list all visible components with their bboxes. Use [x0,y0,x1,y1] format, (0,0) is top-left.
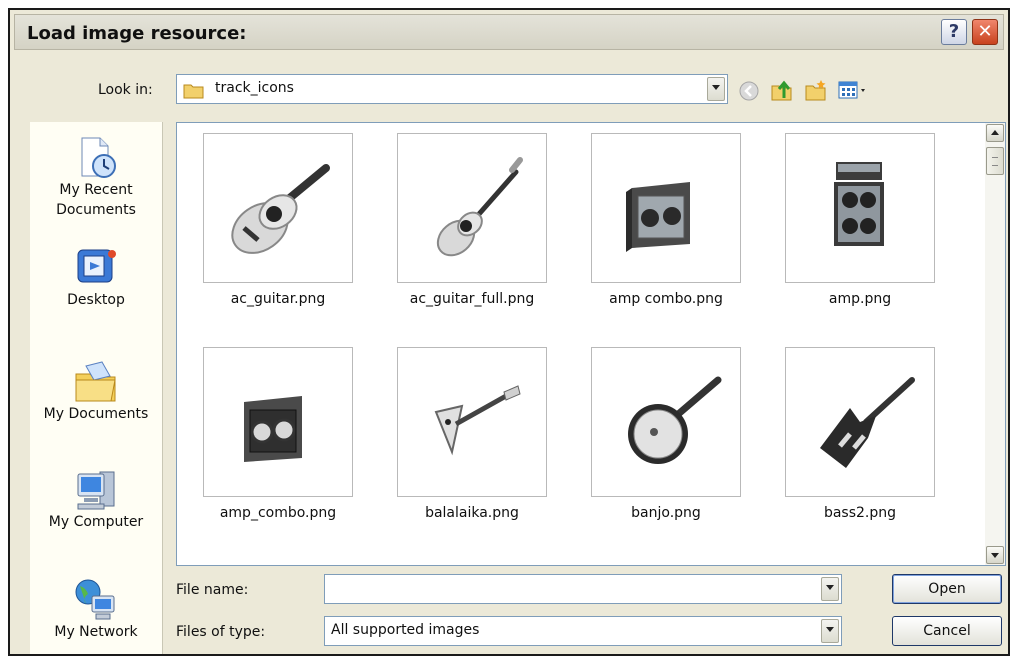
file-name: banjo.png [631,505,701,521]
file-item[interactable]: ac_guitar.png [203,133,353,333]
acoustic-guitar-full-icon [436,157,523,257]
file-thumbnail [203,347,353,497]
file-name: amp combo.png [609,291,723,307]
look-in-label: Look in: [98,82,153,98]
folder-icon [183,84,204,99]
file-name: ac_guitar_full.png [409,291,535,307]
file-name: bass2.png [823,505,897,521]
place-my-computer[interactable]: My Computer [30,468,162,532]
files-of-type-combobox[interactable]: All supported images [324,616,842,646]
file-item[interactable]: banjo.png [591,347,741,547]
file-name: amp.png [828,291,892,307]
files-of-type-label: Files of type: [176,624,266,640]
file-thumbnail [785,133,935,283]
place-my-network[interactable]: My Network [30,578,162,642]
recent-documents-icon [81,137,116,178]
new-folder-icon[interactable] [804,78,828,102]
file-name: ac_guitar.png [230,291,326,307]
file-item[interactable]: amp combo.png [591,133,741,333]
file-name-label: File name: [176,582,249,598]
files-of-type-value: All supported images [331,622,480,638]
place-desktop[interactable]: Desktop [30,246,162,310]
place-my-documents-label: My Documents [43,406,149,422]
file-item[interactable]: amp.png [785,133,935,333]
place-recent-documents[interactable]: My Recent Documents [30,136,162,220]
place-my-documents[interactable]: My Documents [30,360,162,424]
banjo-icon [628,376,722,464]
acoustic-guitar-icon [231,164,330,254]
my-network-icon [75,579,115,620]
amp-combo-icon [244,396,302,462]
open-button[interactable]: Open [892,574,1002,604]
file-item[interactable]: bass2.png [785,347,935,547]
scroll-up-button[interactable] [986,124,1004,142]
close-button[interactable]: ✕ [972,19,998,45]
look-in-value: track_icons [215,80,294,96]
file-thumbnail [203,133,353,283]
vertical-scrollbar[interactable] [985,123,1005,565]
desktop-icon [77,249,116,283]
view-menu-icon[interactable] [838,80,872,102]
balalaika-icon [434,385,521,456]
dialog-title: Load image resource: [27,23,247,44]
place-my-computer-label: My Computer [48,514,144,530]
bass-guitar-icon [820,377,915,468]
file-name: balalaika.png [425,505,519,521]
file-name-dropdown-arrow[interactable] [821,577,839,601]
file-thumbnail [785,347,935,497]
my-documents-icon [75,361,116,402]
file-name-combobox[interactable] [324,574,842,604]
look-in-combobox[interactable]: track_icons [176,74,728,104]
place-desktop-label: Desktop [67,292,125,308]
my-computer-icon [77,471,115,510]
dialog-window: Load image resource: ? ✕ Look in: track_… [8,8,1010,656]
file-item[interactable]: balalaika.png [397,347,547,547]
file-thumbnail [397,133,547,283]
scroll-down-button[interactable] [986,546,1004,564]
file-list-view[interactable]: ac_guitar.png ac_guitar_full.png amp com… [176,122,1006,566]
help-button[interactable]: ? [941,19,967,45]
place-my-network-label: My Network [54,624,138,640]
file-item[interactable]: amp_combo.png [203,347,353,547]
scroll-thumb[interactable] [986,147,1004,175]
cancel-button[interactable]: Cancel [892,616,1002,646]
amp-combo-icon [626,182,690,252]
places-bar: My Recent Documents Desktop My Documents… [30,122,163,654]
place-recent-documents-label: My Recent Documents [56,182,136,218]
file-name: amp_combo.png [219,505,337,521]
up-folder-icon[interactable] [770,78,794,102]
files-of-type-dropdown-arrow[interactable] [821,619,839,643]
title-bar[interactable]: Load image resource: ? ✕ [14,14,1004,50]
file-thumbnail [397,347,547,497]
file-item[interactable]: ac_guitar_full.png [397,133,547,333]
file-thumbnail [591,133,741,283]
file-thumbnail [591,347,741,497]
look-in-dropdown-arrow[interactable] [707,77,725,101]
back-icon[interactable] [738,80,760,102]
amp-cabinet-icon [834,162,884,246]
